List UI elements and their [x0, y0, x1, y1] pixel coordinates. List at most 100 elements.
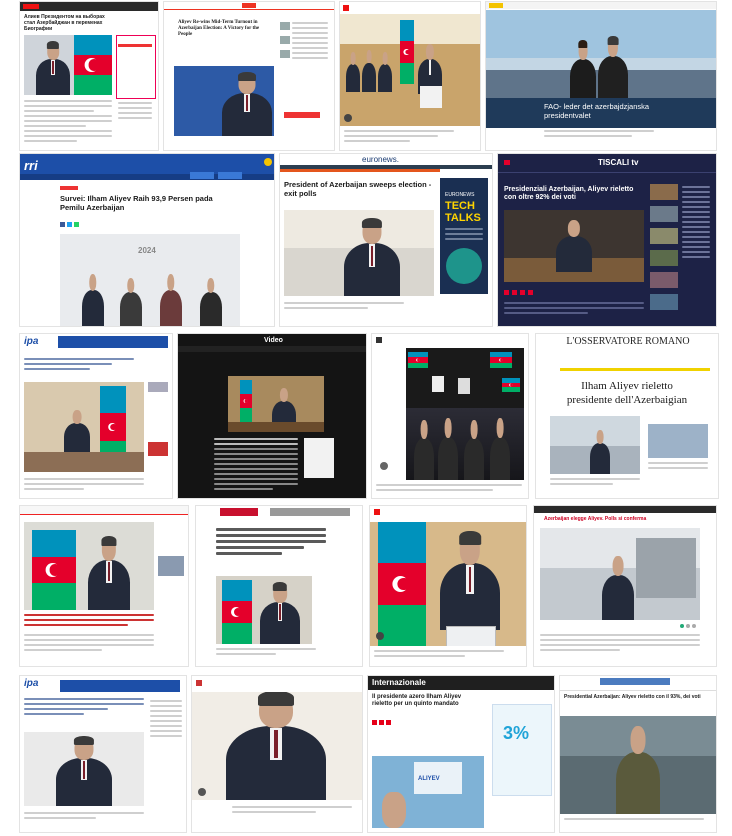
subscribe-button[interactable] [284, 112, 320, 118]
flag-2 [490, 352, 512, 368]
article-tile-2[interactable]: Aliyev Re-wins Mid-Term Turnout in Azerb… [164, 2, 334, 150]
nav-icon[interactable] [264, 158, 272, 166]
play-icon[interactable] [198, 788, 206, 796]
headline[interactable]: Survei: Ilham Aliyev Raih 93,9 Persen pa… [60, 194, 220, 212]
article-tile-6[interactable]: euronews. President of Azerbaijan sweeps… [280, 154, 492, 326]
masthead: Internazionale [372, 678, 426, 687]
play-icon[interactable] [380, 462, 388, 470]
article-tile-14[interactable] [196, 506, 362, 666]
headline[interactable]: President of Azerbaijan sweeps election … [284, 180, 434, 198]
site-header [486, 2, 716, 9]
site-brand: TISCALI tv [598, 158, 639, 167]
aliyev-figure-military [616, 726, 660, 814]
headline[interactable]: Алиев Президентом на выборах стал Азерба… [24, 14, 110, 32]
news-photo [284, 210, 434, 296]
aliyev-figure [556, 220, 592, 272]
video-tab[interactable]: Video [264, 337, 283, 344]
sidebar-button[interactable] [118, 44, 152, 47]
advertisement[interactable]: 3% [492, 704, 552, 796]
play-icon[interactable] [344, 114, 352, 122]
caption-text [232, 806, 352, 816]
figure-3 [378, 52, 392, 92]
headline[interactable]: Aliyev Re-wins Mid-Term Turnout in Azerb… [178, 20, 266, 38]
category-tag[interactable] [60, 186, 78, 190]
crowd-person-2 [438, 418, 458, 480]
related-list [650, 184, 712, 314]
caption-text [544, 130, 654, 140]
video-player[interactable] [228, 376, 324, 432]
site-logo [376, 337, 382, 343]
crowd-person-3 [464, 420, 484, 480]
article-tile-16[interactable]: Azerbaijan elegge Aliyev. Polls si confe… [534, 506, 716, 666]
headline[interactable]: Il presidente azero Ilham Aliyev rielett… [372, 694, 482, 708]
share-icons[interactable] [372, 720, 402, 725]
sidebar-card[interactable] [304, 438, 334, 478]
nav-button[interactable] [190, 172, 214, 179]
figure-4 [200, 278, 222, 326]
news-photo [540, 528, 700, 620]
site-logo [220, 508, 258, 516]
article-tile-7[interactable]: TISCALI tv Presidenziali Azerbaijan, Ali… [498, 154, 716, 326]
pagination-dots[interactable] [680, 624, 700, 628]
article-tile-17[interactable]: ipa [20, 676, 186, 832]
caption-text [344, 130, 454, 145]
headline[interactable]: Presidenziali Azerbaijan, Aliyev rielett… [504, 186, 644, 203]
building [636, 538, 696, 598]
news-photo [216, 576, 312, 644]
site-logo [23, 4, 39, 9]
site-header [534, 506, 716, 513]
share-icons[interactable] [504, 290, 564, 295]
azerbaijan-flag [240, 380, 252, 422]
article-tile-18[interactable] [192, 676, 362, 832]
masthead: L'OSSERVATORE ROMANO [566, 336, 690, 347]
menu-icon[interactable] [504, 160, 510, 165]
caption-text [376, 484, 522, 494]
ballot-box [446, 626, 496, 646]
figure-1 [82, 274, 104, 326]
headline[interactable]: FAO- leder det azerbajdzjanska president… [544, 102, 664, 120]
accent-bar [280, 169, 440, 172]
article-tile-20[interactable]: Presidential Azerbaijan: Aliyev rieletto… [560, 676, 716, 832]
headline-text [24, 358, 134, 373]
ad-text-2: TECH [445, 200, 475, 212]
caption-text [564, 818, 704, 823]
site-logo [242, 3, 256, 8]
azerbaijan-flag [222, 580, 252, 644]
kicker-headline[interactable]: Azerbaijan elegge Aliyev. Polls si confe… [544, 516, 714, 522]
share-icons[interactable] [60, 222, 88, 227]
sidebar-thumb[interactable] [158, 556, 184, 576]
crowd-person-4 [490, 418, 510, 480]
article-tile-12[interactable]: L'OSSERVATORE ROMANO Ilham Aliyev rielet… [536, 334, 718, 498]
play-icon[interactable] [376, 632, 384, 640]
headline[interactable]: Presidential Azerbaijan: Aliyev rieletto… [564, 694, 714, 700]
article-tile-19[interactable]: Internazionale Il presidente azero Ilham… [368, 676, 554, 832]
article-tile-4[interactable]: FAO- leder det azerbajdzjanska president… [486, 2, 716, 150]
speaker-figure [36, 41, 70, 95]
headline-line-2[interactable]: presidente dell'Azerbaigian [536, 394, 718, 407]
article-tile-5[interactable]: rri Survei: Ilham Aliyev Raih 93,9 Perse… [20, 154, 274, 326]
article-tile-3[interactable] [340, 2, 480, 150]
article-tile-11[interactable] [372, 334, 528, 498]
article-tile-1[interactable]: Алиев Президентом на выборах стал Азерба… [20, 2, 158, 150]
site-logo [196, 680, 202, 686]
advertisement[interactable]: EURONEWS TECH TALKS [440, 178, 488, 294]
nav-button-2[interactable] [218, 172, 242, 179]
news-photo [24, 732, 144, 806]
headline-line-1[interactable]: Ilham Aliyev rieletto [536, 380, 718, 393]
article-tile-10[interactable]: Video [178, 334, 366, 498]
article-text [540, 634, 700, 654]
divider [498, 172, 716, 173]
banner-year: 2024 [138, 246, 156, 255]
news-photo [174, 66, 274, 136]
article-tile-13[interactable] [20, 506, 188, 666]
ad-text: 3% [503, 723, 530, 743]
flag-3 [502, 378, 520, 392]
news-photo [340, 14, 480, 126]
site-brand: euronews. [362, 155, 399, 164]
caption-text [24, 812, 144, 822]
ballot-box [420, 86, 442, 108]
flag-1 [408, 352, 428, 368]
article-tile-9[interactable]: ipa [20, 334, 172, 498]
ad-graphic [446, 248, 482, 284]
article-tile-15[interactable] [370, 506, 526, 666]
